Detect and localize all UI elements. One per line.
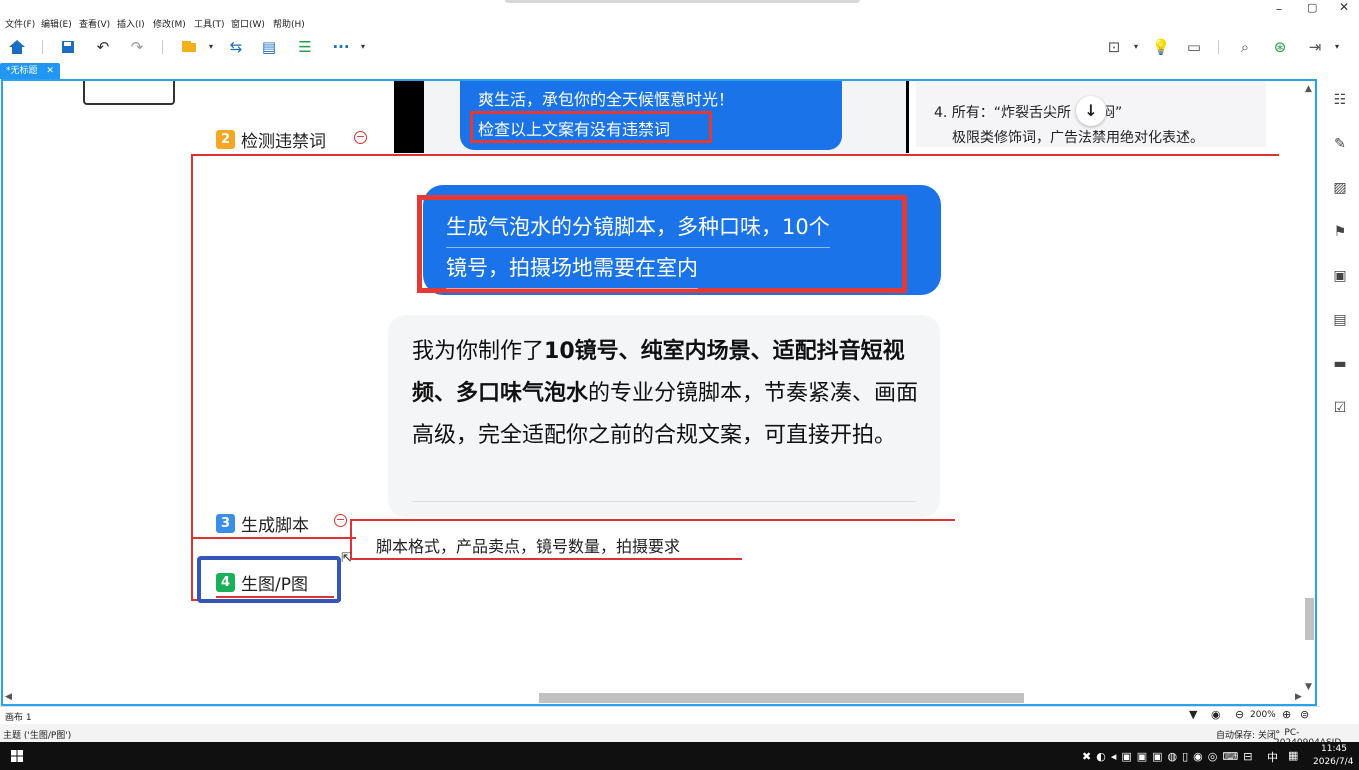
notes-icon[interactable]: ▤	[1331, 312, 1349, 330]
zoom-level: 200%	[1250, 710, 1276, 720]
ai-reply-card: 我为你制作了10镜号、纯室内场景、适配抖音短视频、多口味气泡水的专业分镜脚本，节…	[388, 315, 940, 517]
toolbar: ↶ ↷ ▾ ⇆ ▤ ☰ ··· ▾ ⊡ ▾ 💡 ▭ ⌕ ⊛ ⇥ ▾	[0, 34, 1359, 60]
restore-button[interactable]: ▢	[1307, 1, 1317, 14]
more-icon[interactable]: ···	[330, 36, 352, 58]
document-tab[interactable]: *无标题 ✕	[0, 63, 60, 79]
autosave-status[interactable]: 自动保存: 关闭	[1216, 728, 1276, 741]
image-icon[interactable]: ▨	[1331, 180, 1349, 198]
scroll-left-icon[interactable]: ◀	[5, 692, 12, 702]
menu-insert[interactable]: 插入(I)	[117, 17, 145, 30]
menu-window[interactable]: 窗口(W)	[231, 17, 265, 30]
mouse-cursor: ⇱	[341, 551, 352, 566]
horizontal-scroll-thumb[interactable]	[539, 693, 1024, 703]
undo-icon[interactable]: ↶	[92, 36, 114, 58]
partial-topic-box[interactable]	[83, 81, 175, 105]
menu-modify[interactable]: 修改(M)	[153, 17, 186, 30]
topic-label: 生成脚本	[241, 516, 309, 536]
status-bar: 主题 ('生图/P图') 自动保存: 关闭 ⚬ PC-20240904ASJD	[0, 724, 1359, 748]
flag-icon[interactable]: ⚑	[1331, 224, 1349, 242]
windows-start-icon[interactable]	[11, 750, 23, 762]
topic-number-badge: 3	[216, 514, 235, 533]
export-icon[interactable]: ⇥	[1304, 36, 1326, 58]
image-divider	[906, 81, 909, 153]
user-bubble-text: 生成气泡水的分镜脚本，多种口味，10个 镜号，拍摄场地需要在室内	[446, 207, 830, 289]
subtopic-script-requirements[interactable]: 脚本格式，产品卖点，镜号数量，拍摄要求	[376, 533, 680, 557]
chat-bubble-top-line1: 爽生活，承包你的全天候惬意时光！	[478, 90, 735, 109]
comment-icon[interactable]: ▬	[1331, 356, 1349, 374]
image-dark-strip	[394, 81, 424, 153]
topic-number-badge: 2	[216, 130, 235, 149]
system-tray-icons[interactable]: ✖◐◂▣▣▣◍▯◉◎⌨⊟	[1082, 750, 1257, 763]
connector-line	[191, 537, 356, 539]
close-window-button[interactable]: ✕	[1339, 0, 1349, 14]
sheet-tab[interactable]: 画布 1	[5, 710, 32, 723]
topic-label: 生图/P图	[241, 575, 308, 595]
connector-line	[191, 154, 193, 599]
topic-generate-image[interactable]: 4 生图/P图	[216, 570, 308, 595]
window-title-stub	[505, 0, 860, 3]
scroll-up-icon[interactable]: ▲	[1305, 84, 1312, 94]
collapse-icon[interactable]: −	[354, 131, 367, 144]
ime-indicator[interactable]: 中	[1267, 749, 1278, 765]
connector-line	[350, 558, 742, 560]
summary-icon[interactable]: ☰	[294, 36, 316, 58]
share-icon[interactable]: ⊛	[1269, 36, 1291, 58]
lightbulb-icon[interactable]: 💡	[1150, 36, 1172, 58]
chat-bubble-top: 爽生活，承包你的全天候惬意时光！ 检查以上文案有没有违禁词	[460, 81, 842, 150]
menu-help[interactable]: 帮助(H)	[273, 17, 305, 30]
tab-close-icon[interactable]: ✕	[46, 66, 54, 76]
fit-icon[interactable]: ⊜	[1300, 708, 1309, 721]
topic-label: 检测违禁词	[241, 132, 326, 152]
mindmap-canvas[interactable]: 爽生活，承包你的全天候惬意时光！ 检查以上文案有没有违禁词 4. 所有：“炸裂舌…	[1, 79, 1317, 706]
relationship-icon[interactable]: ⇆	[225, 36, 247, 58]
topic-detect-banned-words[interactable]: 2 检测违禁词	[216, 127, 326, 152]
tab-label: *无标题	[6, 66, 38, 76]
image-chat-middle: 生成气泡水的分镜脚本，多种口味，10个 镜号，拍摄场地需要在室内 我为你制作了1…	[378, 163, 944, 517]
clock-date: 2026/7/4	[1313, 757, 1354, 767]
menu-edit[interactable]: 编辑(E)	[41, 17, 72, 30]
status-topic: 主题 ('生图/P图')	[3, 731, 72, 741]
chat-bubble-top-line2: 检查以上文案有没有违禁词	[478, 120, 671, 139]
search-icon[interactable]: ⌕	[1234, 36, 1256, 58]
menu-tools[interactable]: 工具(T)	[194, 17, 225, 30]
topic-number-badge: 4	[216, 573, 235, 592]
boundary-icon[interactable]: ▤	[258, 36, 280, 58]
sheet-bar: 画布 1 ▼ ◉ ⊖ 200% ⊕ ⊜	[0, 706, 1320, 723]
connector-line	[191, 154, 1279, 156]
calendar-icon[interactable]: ▦	[1288, 749, 1298, 762]
scroll-right-icon[interactable]: ▶	[1295, 692, 1302, 702]
text-style-icon[interactable]: ▣	[1331, 268, 1349, 286]
layout-icon[interactable]: ▭	[1183, 36, 1205, 58]
topic-style-icon[interactable]	[178, 36, 200, 58]
menu-file[interactable]: 文件(F)	[5, 17, 35, 30]
clock-time: 11:45	[1321, 744, 1347, 754]
image-top-chat: 爽生活，承包你的全天候惬意时光！ 检查以上文案有没有违禁词	[424, 81, 906, 153]
presentation-icon[interactable]: ⊡	[1103, 36, 1125, 58]
connector-line	[351, 519, 955, 521]
collapse-icon[interactable]: −	[334, 514, 347, 527]
save-icon[interactable]	[57, 36, 79, 58]
divider	[412, 501, 916, 502]
task-icon[interactable]: ☑	[1331, 400, 1349, 418]
arrow-down-icon[interactable]: ↓	[1076, 96, 1106, 126]
note-line2: 极限类修饰词，广告法禁用绝对化表述。	[952, 130, 1204, 146]
outline-icon[interactable]: ☷	[1331, 92, 1349, 110]
filter-icon[interactable]: ▼	[1189, 708, 1197, 721]
topic-generate-script[interactable]: 3 生成脚本	[216, 511, 309, 536]
redo-icon[interactable]: ↷	[126, 36, 148, 58]
zoom-out-icon[interactable]: ⊖	[1235, 708, 1244, 721]
image-top-note: 4. 所有：“炸裂舌尖所 闷” ↓ 极限类修饰词，广告法禁用绝对化表述。	[916, 81, 1266, 147]
format-icon[interactable]: ✎	[1331, 136, 1349, 154]
taskbar: ✖◐◂▣▣▣◍▯◉◎⌨⊟ 中 ▦ 11:45 2026/7/4	[0, 742, 1359, 770]
zoom-in-icon[interactable]: ⊕	[1282, 708, 1291, 721]
home-icon[interactable]	[6, 36, 28, 58]
connector-line	[216, 596, 334, 598]
ai-reply-text: 我为你制作了10镜号、纯室内场景、适配抖音短视频、多口味气泡水的专业分镜脚本，节…	[412, 339, 919, 448]
vertical-scroll-thumb[interactable]	[1305, 598, 1314, 640]
menu-view[interactable]: 查看(V)	[79, 17, 110, 30]
eye-icon[interactable]: ◉	[1211, 708, 1221, 721]
scroll-down-icon[interactable]: ▼	[1305, 682, 1312, 692]
menu-bar: 文件(F) 编辑(E) 查看(V) 插入(I) 修改(M) 工具(T) 窗口(W…	[0, 14, 1359, 32]
tab-strip: *无标题 ✕	[0, 63, 1359, 79]
